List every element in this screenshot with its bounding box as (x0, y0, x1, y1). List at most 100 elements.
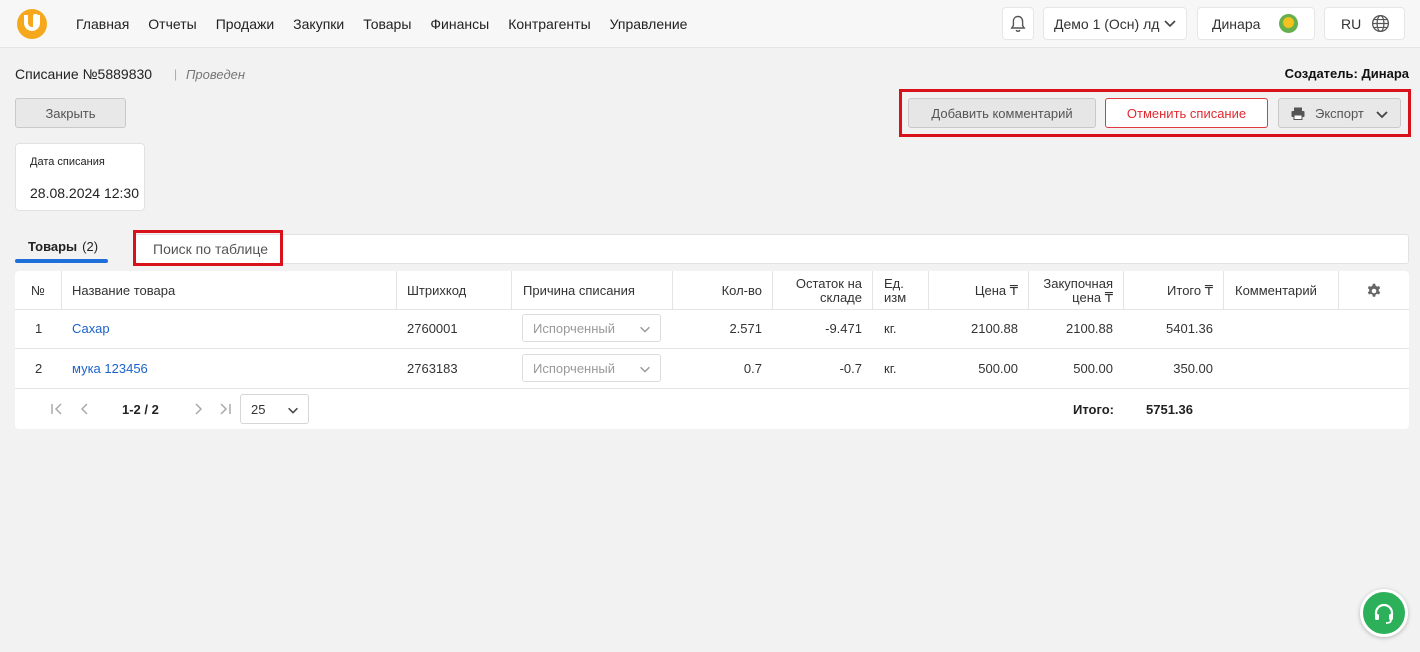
product-name-link[interactable]: Сахар (72, 309, 110, 347)
row-purchase-price: 500.00 (1073, 360, 1113, 376)
writeoff-date-label: Дата списания (30, 156, 105, 168)
creator-name: Динара (1361, 66, 1409, 81)
row-total: 5401.36 (1166, 320, 1213, 336)
tab-products[interactable]: Товары (2) (15, 229, 108, 263)
column-divider (1223, 271, 1224, 310)
logo-mark-stem (33, 14, 38, 28)
nav-item-management[interactable]: Управление (610, 16, 688, 32)
column-divider (511, 271, 512, 310)
last-page-icon[interactable] (217, 401, 233, 417)
nav-item-sales[interactable]: Продажи (216, 16, 274, 32)
export-button[interactable]: Экспорт (1278, 98, 1401, 128)
tab-products-count: (2) (82, 238, 99, 254)
row-qty: 2.571 (729, 320, 762, 336)
reason-select-value: Испорченный (533, 360, 616, 376)
chevron-down-icon (288, 407, 298, 414)
row-num: 1 (35, 320, 43, 336)
row-price: 2100.88 (971, 320, 1018, 336)
avatar (1279, 14, 1298, 33)
column-header-comment: Комментарий (1235, 282, 1317, 298)
creator-info: Создатель: Динара (1285, 66, 1409, 81)
column-divider (928, 271, 929, 310)
next-page-icon[interactable] (190, 401, 206, 417)
column-header-total[interactable]: Итого ₸ (1135, 271, 1213, 310)
column-header-barcode[interactable]: Штрихкод (407, 271, 466, 310)
creator-label: Создатель: (1284, 66, 1358, 81)
user-name: Динара (1212, 15, 1261, 32)
row-qty: 0.7 (743, 360, 762, 376)
notifications-button[interactable] (1002, 7, 1034, 40)
column-header-name[interactable]: Название товара (72, 271, 175, 310)
product-name-link[interactable]: мука 123456 (72, 349, 148, 387)
column-divider (1123, 271, 1124, 310)
support-chat-button[interactable] (1360, 589, 1408, 637)
page-size-select[interactable]: 25 (240, 394, 309, 424)
add-comment-button[interactable]: Добавить комментарий (908, 98, 1096, 128)
writeoff-date-value: 28.08.2024 12:30 (30, 185, 139, 201)
column-header-unit-line1: Ед. (884, 275, 904, 291)
page-title: Списание №5889830 (15, 66, 153, 82)
column-divider (61, 271, 62, 310)
nav-item-home[interactable]: Главная (76, 16, 129, 32)
row-purchase-price: 2100.88 (1066, 320, 1113, 336)
nav-item-reports[interactable]: Отчеты (148, 16, 196, 32)
export-label: Экспорт (1315, 105, 1364, 121)
row-unit: кг. (884, 320, 897, 336)
column-header-reason[interactable]: Причина списания (523, 271, 635, 310)
column-divider (1028, 271, 1029, 310)
column-divider (396, 271, 397, 310)
close-button[interactable]: Закрыть (15, 98, 126, 128)
top-navbar: Главная Отчеты Продажи Закупки Товары Фи… (0, 0, 1420, 48)
nav-item-purchases[interactable]: Закупки (293, 16, 344, 32)
company-name: Демо 1 (Осн) лд (1054, 15, 1160, 32)
main-nav: Главная Отчеты Продажи Закупки Товары Фи… (76, 0, 706, 48)
row-barcode: 2760001 (407, 320, 458, 336)
reason-select[interactable]: Испорченный (522, 314, 661, 342)
column-divider (772, 271, 773, 310)
reason-select[interactable]: Испорченный (522, 354, 661, 382)
column-header-qty[interactable]: Кол-во (700, 271, 762, 310)
app-logo[interactable] (17, 9, 47, 39)
grand-total-label: Итого: (1073, 402, 1114, 417)
column-header-unit[interactable]: Ед. изм (884, 271, 906, 310)
prev-page-icon[interactable] (77, 401, 93, 417)
writeoff-date-card: Дата списания 28.08.2024 12:30 (15, 143, 145, 211)
grand-total-value: 5751.36 (1146, 402, 1193, 417)
column-header-stock-line2: складе (820, 289, 862, 305)
reason-select-value: Испорченный (533, 320, 616, 336)
globe-icon (1371, 14, 1390, 33)
active-tab-indicator (15, 259, 108, 263)
row-stock: -0.7 (839, 360, 862, 376)
user-menu[interactable]: Динара (1197, 7, 1315, 40)
nav-item-products[interactable]: Товары (363, 16, 411, 32)
nav-item-finance[interactable]: Финансы (430, 16, 489, 32)
column-header-stock-line1: Остаток на (795, 275, 862, 291)
company-selector[interactable]: Демо 1 (Осн) лд (1043, 7, 1187, 40)
chevron-down-icon (1376, 111, 1388, 119)
printer-icon (1291, 107, 1305, 120)
page-size-value: 25 (251, 401, 266, 417)
status-badge: Проведен (186, 67, 246, 82)
row-num: 2 (35, 360, 43, 376)
row-divider (15, 388, 1409, 389)
title-separator: | (174, 67, 178, 81)
first-page-icon[interactable] (49, 401, 65, 417)
cancel-writeoff-button[interactable]: Отменить списание (1105, 98, 1268, 128)
column-header-stock[interactable]: Остаток на складе (780, 271, 862, 310)
language-selector[interactable]: RU (1324, 7, 1405, 40)
column-settings-button[interactable] (1366, 271, 1382, 310)
bell-icon (1010, 15, 1026, 32)
headset-icon (1374, 603, 1394, 624)
chevron-down-icon (640, 326, 650, 333)
nav-item-counterparties[interactable]: Контрагенты (508, 16, 590, 32)
pager-range: 1-2 / 2 (122, 402, 159, 417)
column-divider (1338, 271, 1339, 310)
row-stock: -9.471 (825, 320, 862, 336)
column-header-price[interactable]: Цена ₸ (940, 271, 1018, 310)
column-divider (672, 271, 673, 310)
tab-products-label: Товары (28, 238, 78, 254)
row-total: 350.00 (1173, 360, 1213, 376)
column-header-purchase-price[interactable]: Закупочная цена ₸ (1030, 271, 1113, 310)
column-header-unit-line2: изм (884, 289, 907, 305)
column-header-purchase-line1: Закупочная (1043, 275, 1113, 291)
